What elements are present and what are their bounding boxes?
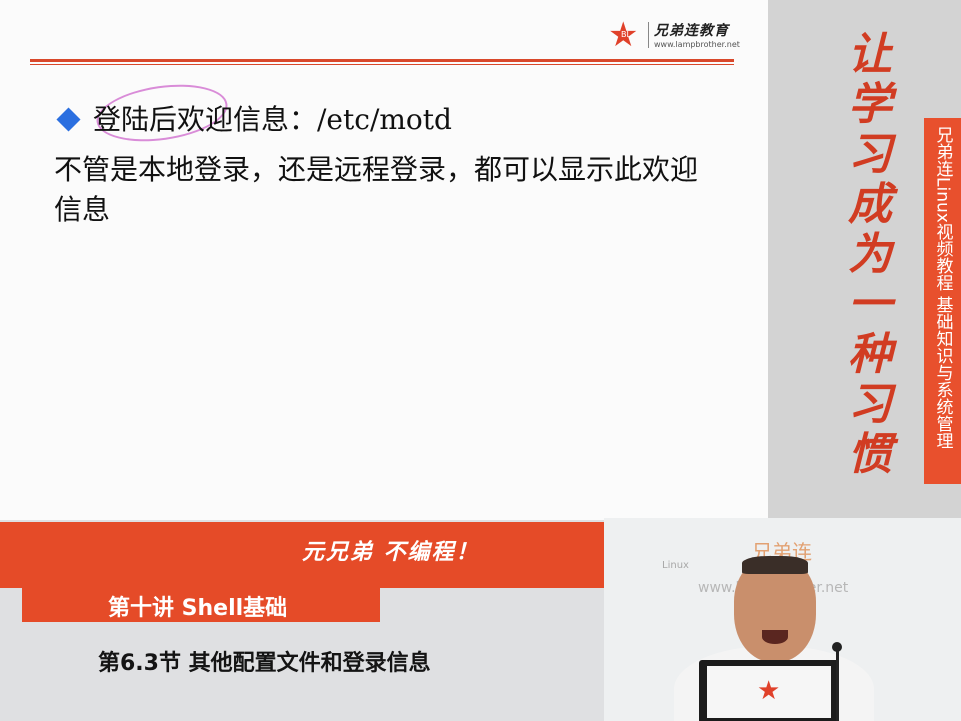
header-rule (30, 59, 734, 62)
motto-text: 元兄弟 不编程！ (302, 539, 480, 565)
presenter-hair (742, 556, 808, 574)
presenter-mouth (762, 630, 788, 644)
microphone-stand (836, 650, 839, 721)
star-icon: ★ (757, 676, 781, 706)
bullet-diamond-icon (56, 107, 81, 132)
slide-area: ★ BL 兄弟连教育 www.lampbrother.net 登陆后欢迎信息：/… (0, 0, 768, 520)
monitor-screen: ★ (707, 666, 831, 718)
logo-star-label: BL (621, 30, 631, 39)
section-title: 第6.3节 其他配置文件和登录信息 (98, 651, 431, 676)
slogan-char: 习 (848, 129, 892, 180)
company-logo: ★ BL 兄弟连教育 www.lampbrother.net (608, 18, 748, 54)
course-vertical-banner: 兄弟连Linux视频教程 基础知识与系统管理 (924, 118, 961, 484)
slide-body-text: 不管是本地登录，还是远程登录，都可以显示此欢迎信息 (54, 153, 699, 226)
slogan-char: 学 (848, 79, 892, 130)
presenter-video: Linux 兄弟连 www.lampbrother.net ★ (604, 518, 961, 721)
lecture-title: 第十讲 Shell基础 (108, 596, 288, 621)
course-vertical-title: 兄弟连Linux视频教程 基础知识与系统管理 (932, 126, 953, 450)
slogan-calligraphy: 让 学 习 成 为 一 种 习 惯 (840, 30, 900, 480)
slogan-char: 习 (848, 379, 892, 430)
slide-heading-line: 登陆后欢迎信息：/etc/motd (54, 98, 452, 138)
monitor: ★ (699, 660, 839, 721)
slogan-char: 惯 (848, 429, 892, 480)
slogan-char: 让 (848, 29, 892, 80)
logo-brand-name: 兄弟连教育 (654, 23, 729, 39)
slogan-char: 成 (848, 179, 892, 230)
header-rule-thin (30, 64, 734, 65)
logo-url: www.lampbrother.net (654, 40, 740, 49)
slogan-char: 为 (848, 229, 892, 280)
slogan-char: 种 (848, 329, 892, 380)
video-linux-label: Linux (662, 560, 689, 571)
logo-separator (648, 22, 649, 48)
slide-heading: 登陆后欢迎信息：/etc/motd (93, 103, 452, 136)
slogan-char: 一 (848, 279, 892, 330)
